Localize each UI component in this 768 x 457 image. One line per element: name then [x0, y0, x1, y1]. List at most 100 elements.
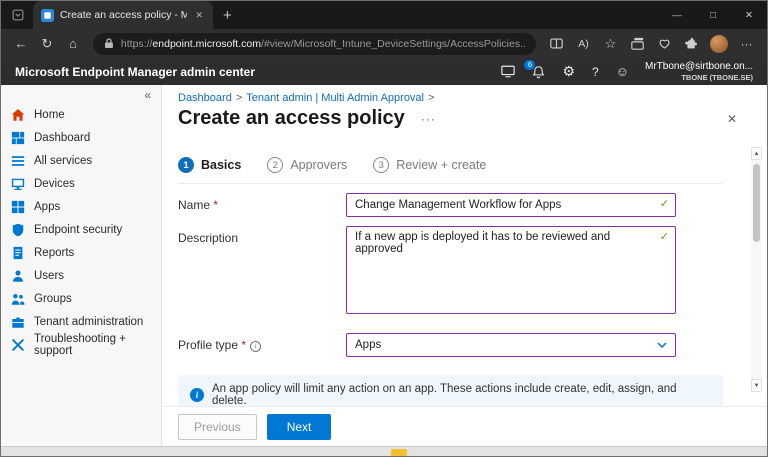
breadcrumb-separator: > [428, 92, 435, 104]
shield-icon [12, 223, 24, 236]
scroll-up-button[interactable]: ▲ [751, 147, 762, 160]
maximize-button[interactable]: □ [695, 1, 731, 29]
favorites-button[interactable]: ☆ [598, 36, 623, 52]
browser-essentials-icon [659, 39, 670, 49]
split-screen-icon [550, 38, 563, 49]
close-window-button[interactable]: ✕ [731, 1, 767, 29]
tab-basics[interactable]: 1 Basics [178, 157, 241, 173]
name-field-wrap: ✓ [346, 193, 676, 217]
dashboard-icon [11, 131, 25, 144]
info-banner-text: An app policy will limit any action on a… [212, 383, 677, 407]
valid-check-icon: ✓ [659, 198, 669, 210]
troubleshoot-icon [12, 338, 24, 351]
browser-essentials-button[interactable] [652, 37, 677, 50]
url-scheme: https:// [120, 37, 153, 50]
portal-header: Microsoft Endpoint Manager admin center … [1, 58, 767, 85]
step-label: Approvers [290, 158, 348, 172]
apps-icon [11, 200, 25, 213]
sidebar-collapse-button[interactable]: « [1, 85, 161, 103]
blade-close-button[interactable]: ✕ [727, 112, 737, 126]
sidebar-item-reports[interactable]: Reports [1, 241, 161, 264]
extensions-button[interactable] [679, 37, 704, 50]
sidebar-item-label: Users [34, 269, 65, 282]
previous-button[interactable]: Previous [178, 413, 257, 440]
description-textarea[interactable]: If a new app is deployed it has to be re… [346, 226, 676, 314]
step-label: Basics [201, 158, 242, 172]
breadcrumb-dashboard[interactable]: Dashboard [178, 92, 232, 104]
home-button[interactable]: ⌂ [61, 36, 85, 51]
sidebar-item-devices[interactable]: Devices [1, 172, 161, 195]
scroll-down-button[interactable]: ▼ [751, 379, 762, 392]
sidebar-item-tenant-administration[interactable]: Tenant administration [1, 310, 161, 333]
scroll-thumb[interactable] [753, 164, 760, 242]
sidebar-item-all-services[interactable]: All services [1, 149, 161, 172]
portal-header-icons: 6 ⚙ ? ☺ [501, 59, 629, 80]
new-tab-button[interactable]: + [223, 7, 232, 24]
blade-more-button[interactable]: ··· [421, 112, 436, 126]
sidebar-item-groups[interactable]: Groups [1, 287, 161, 310]
name-input[interactable] [346, 193, 676, 217]
tab-close-icon[interactable]: ✕ [193, 10, 205, 21]
name-row: Name * ✓ [178, 193, 751, 217]
browser-menu-button[interactable]: ··· [734, 37, 759, 51]
breadcrumb-tenant-admin[interactable]: Tenant admin | Multi Admin Approval [246, 92, 424, 104]
address-bar[interactable]: https://endpoint.microsoft.com/#view/Mic… [93, 32, 536, 55]
panel-icon [501, 65, 516, 78]
sidebar-item-label: Tenant administration [34, 315, 144, 328]
collections-button[interactable] [625, 37, 650, 50]
sidebar-item-label: Home [34, 108, 65, 121]
breadcrumb-separator: > [235, 92, 243, 104]
profile-avatar[interactable] [710, 34, 728, 53]
sidebar-item-troubleshooting[interactable]: Troubleshooting + support [1, 333, 161, 357]
lock-icon [104, 38, 113, 48]
notifications-button[interactable]: 6 [524, 59, 545, 79]
portal-body: « Home Dashboard All services Devices Ap… [1, 85, 767, 446]
taskbar-item[interactable] [391, 449, 407, 456]
account-email: MrTbone@sirtbone.on... [645, 61, 753, 72]
account-menu[interactable]: MrTbone@sirtbone.on... TBONE (TBONE.SE) [645, 61, 753, 82]
sidebar-item-apps[interactable]: Apps [1, 195, 161, 218]
create-wizard: 1 Basics 2 Approvers 3 Review + create N… [162, 157, 767, 415]
name-label: Name * [178, 198, 219, 212]
blade-header: Create an access policy ··· ✕ [162, 104, 767, 130]
sidebar-item-dashboard[interactable]: Dashboard [1, 126, 161, 149]
browser-window: Create an access policy - Micros... ✕ + … [0, 0, 768, 457]
tab-title: Create an access policy - Micros... [60, 9, 187, 21]
sidebar-item-label: Reports [34, 246, 75, 259]
sidebar-item-endpoint-security[interactable]: Endpoint security [1, 218, 161, 241]
back-button[interactable]: ← [9, 36, 33, 51]
sidebar-item-label: Endpoint security [34, 223, 123, 236]
info-icon: i [190, 388, 204, 402]
info-tooltip-icon[interactable]: i [250, 340, 262, 352]
settings-button[interactable]: ⚙ [562, 63, 575, 80]
account-tenant: TBONE (TBONE.SE) [681, 73, 753, 82]
sidebar-item-users[interactable]: Users [1, 264, 161, 287]
description-label: Description [178, 231, 239, 245]
cloud-shell-button[interactable] [501, 65, 516, 78]
tab-actions-button[interactable] [7, 4, 29, 26]
feedback-button[interactable]: ☺ [616, 64, 629, 79]
refresh-button[interactable]: ↻ [35, 36, 59, 52]
profile-type-value: Apps [355, 339, 382, 351]
minimize-button[interactable]: — [659, 1, 695, 29]
next-button[interactable]: Next [266, 413, 332, 440]
sidebar-item-home[interactable]: Home [1, 103, 161, 126]
tab-actions-icon [12, 9, 24, 21]
tab-approvers[interactable]: 2 Approvers [267, 157, 347, 173]
sidebar-item-label: Dashboard [34, 131, 91, 144]
profile-type-dropdown[interactable]: Apps [346, 333, 676, 357]
wizard-steps: 1 Basics 2 Approvers 3 Review + create [178, 157, 723, 184]
browser-tab[interactable]: Create an access policy - Micros... ✕ [33, 1, 213, 29]
split-screen-button[interactable] [544, 37, 569, 50]
portal-title: Microsoft Endpoint Manager admin center [15, 64, 256, 79]
tab-favicon-icon [41, 8, 54, 22]
tab-review-create[interactable]: 3 Review + create [373, 157, 486, 173]
description-row: Description If a new app is deployed it … [178, 226, 751, 319]
step-label: Review + create [396, 158, 487, 172]
content-scrollbar[interactable]: ▲ ▼ [751, 147, 762, 392]
read-aloud-button[interactable]: A) [571, 38, 596, 50]
user-icon [13, 269, 23, 282]
scroll-track[interactable] [751, 160, 762, 379]
notification-badge: 6 [524, 59, 536, 70]
help-button[interactable]: ? [592, 65, 599, 79]
